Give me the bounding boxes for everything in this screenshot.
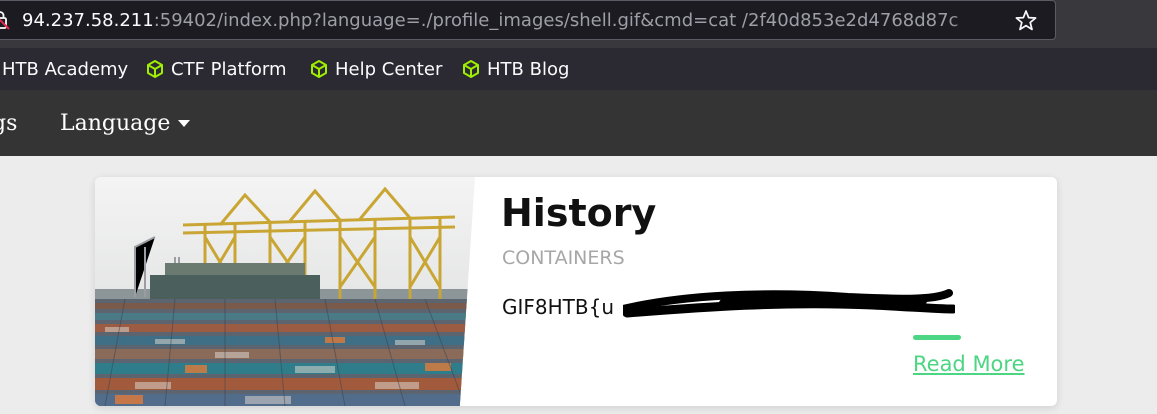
card-flag-text: GIF8HTB{u — [502, 295, 615, 319]
caret-down-icon — [178, 119, 191, 127]
nav-item-label: gs — [0, 110, 18, 136]
post-card: History CONTAINERS GIF8HTB{u Read More — [95, 177, 1057, 406]
port-containers-image — [95, 177, 475, 406]
browser-toolbar: 94.237.58.211:59402/index.php?language=.… — [0, 0, 1157, 48]
bookmark-ctf-platform[interactable]: CTF Platform — [145, 48, 287, 90]
bookmark-htb-academy[interactable]: HTB Academy — [2, 48, 128, 90]
card-subtitle: CONTAINERS — [502, 247, 625, 269]
bookmark-label: CTF Platform — [171, 58, 287, 80]
nav-item-language-dropdown[interactable]: Language — [60, 90, 191, 156]
read-more-link[interactable]: Read More — [913, 352, 1025, 376]
bookmark-label: Help Center — [335, 58, 443, 80]
nav-item-partial[interactable]: gs — [0, 90, 17, 156]
htb-cube-icon — [147, 60, 163, 78]
htb-cube-icon — [463, 60, 479, 78]
url-host: 94.237.58.211 — [22, 10, 154, 31]
redaction-scribble — [623, 289, 955, 318]
bookmark-label: HTB Blog — [487, 58, 570, 80]
nav-item-label: Language — [60, 110, 171, 136]
bookmark-label: HTB Academy — [2, 58, 129, 80]
bookmark-star-icon[interactable] — [1013, 8, 1039, 34]
url-bar[interactable]: 94.237.58.211:59402/index.php?language=.… — [0, 0, 1056, 40]
bookmark-htb-blog[interactable]: HTB Blog — [461, 48, 569, 90]
htb-cube-icon — [311, 60, 327, 78]
url-text[interactable]: 94.237.58.211:59402/index.php?language=.… — [22, 8, 1007, 34]
accent-line — [913, 335, 961, 340]
site-navbar: gs Language — [0, 90, 1157, 156]
url-path: :59402/index.php?language=./profile_imag… — [153, 10, 959, 31]
card-title: History — [501, 191, 657, 235]
bookmark-help-center[interactable]: Help Center — [309, 48, 442, 90]
bookmarks-toolbar: HTB Academy CTF Platform Help Center HTB… — [0, 48, 1157, 90]
insecure-lock-icon[interactable] — [0, 10, 11, 30]
